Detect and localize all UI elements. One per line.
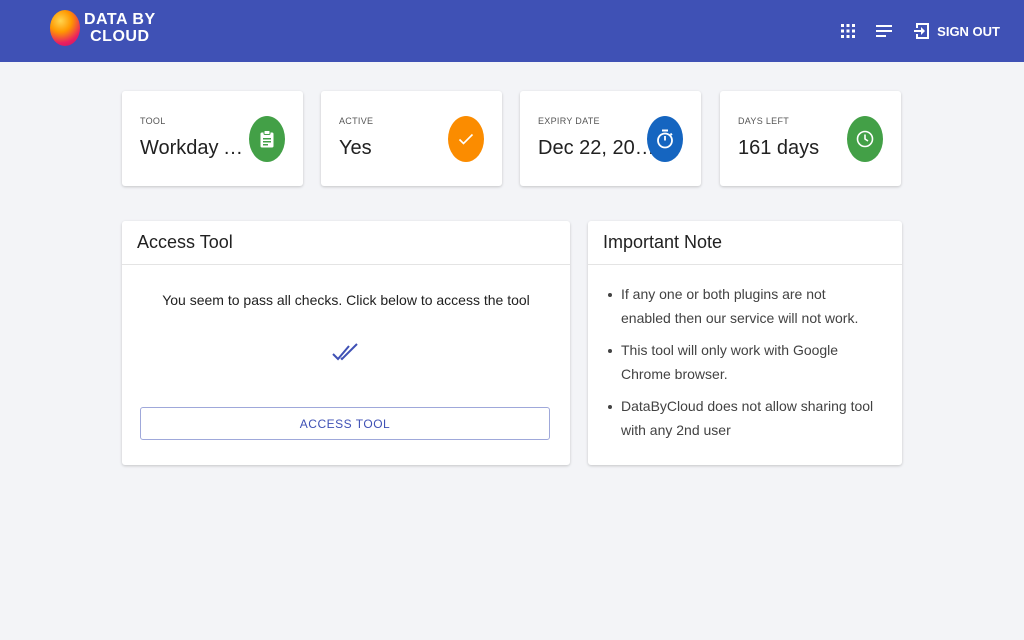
brand-line-1: DATA BY — [84, 11, 156, 28]
stat-card-expiry: EXPIRY DATE Dec 22, 2021 — [520, 91, 701, 186]
stat-label: TOOL — [140, 116, 166, 126]
logo-mark-icon — [50, 10, 80, 46]
stat-card-tool: TOOL Workday All... — [122, 91, 303, 186]
list-item: DataByCloud does not allow sharing tool … — [608, 395, 878, 442]
panel-title: Important Note — [588, 221, 902, 265]
brand-logo[interactable]: DATA BY CLOUD — [50, 10, 156, 46]
stat-value: 161 days — [738, 137, 820, 159]
stopwatch-icon — [647, 116, 683, 162]
check-icon — [448, 116, 484, 162]
clock-icon — [847, 116, 883, 162]
list-item: This tool will only work with Google Chr… — [608, 339, 878, 386]
access-tool-button[interactable]: ACCESS TOOL — [140, 407, 550, 440]
sign-out-label: SIGN OUT — [937, 23, 1000, 39]
access-message: You seem to pass all checks. Click below… — [162, 292, 530, 308]
note-list: If any one or both plugins are not enabl… — [608, 283, 878, 451]
list-item: If any one or both plugins are not enabl… — [608, 283, 878, 330]
stat-label: EXPIRY DATE — [538, 116, 600, 126]
important-note-panel: Important Note If any one or both plugin… — [588, 221, 902, 465]
stat-card-active: ACTIVE Yes — [321, 91, 502, 186]
stat-value: Yes — [339, 137, 372, 159]
sign-out-button[interactable]: SIGN OUT — [913, 22, 1000, 40]
menu-lines-icon[interactable] — [873, 20, 895, 42]
brand-line-2: CLOUD — [90, 28, 150, 45]
access-tool-panel: Access Tool You seem to pass all checks.… — [122, 221, 570, 465]
top-actions: SIGN OUT — [837, 0, 1000, 62]
brand-name: DATA BY CLOUD — [84, 11, 156, 45]
stat-value: Dec 22, 2021 — [538, 137, 656, 159]
stat-value: Workday All... — [140, 137, 250, 159]
apps-grid-icon[interactable] — [837, 20, 859, 42]
stat-label: ACTIVE — [339, 116, 374, 126]
stat-label: DAYS LEFT — [738, 116, 790, 126]
top-app-bar: DATA BY CLOUD SIGN OUT — [0, 0, 1024, 62]
double-check-icon — [332, 343, 360, 368]
sign-out-icon — [914, 23, 930, 39]
panel-title: Access Tool — [122, 221, 570, 265]
clipboard-icon — [249, 116, 285, 162]
stat-card-days-left: DAYS LEFT 161 days — [720, 91, 901, 186]
